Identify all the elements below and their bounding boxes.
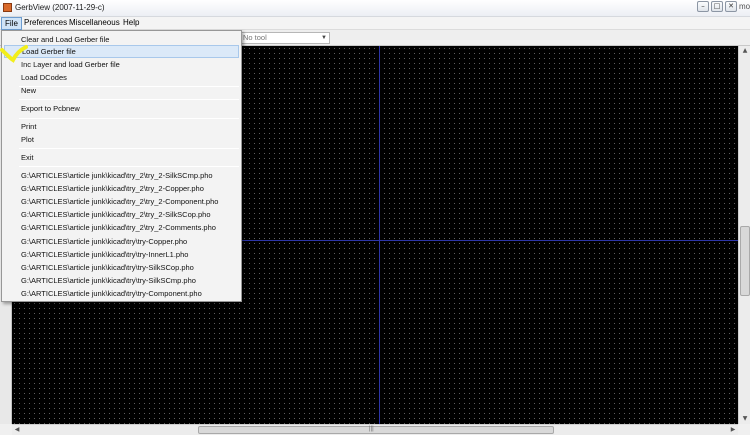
- title-bar: GerbView (2007-11-29-c) – □ ✕ mo: [0, 0, 750, 17]
- menu-separator: [19, 99, 239, 100]
- chevron-down-icon: ▼: [321, 35, 327, 41]
- grip-icon: |||: [369, 426, 374, 432]
- menu-item-plot[interactable]: Plot: [4, 133, 239, 146]
- recent-file-item[interactable]: G:\ARTICLES\article junk\kicad\try_2\try…: [4, 221, 239, 234]
- scroll-down-icon[interactable]: ▼: [740, 414, 750, 424]
- app-icon[interactable]: [3, 3, 12, 12]
- menu-item-load-gerber[interactable]: Load Gerber file: [4, 45, 239, 58]
- recent-file-item[interactable]: G:\ARTICLES\article junk\kicad\try_2\try…: [4, 195, 239, 208]
- tool-select-value: No tool: [243, 33, 267, 42]
- menu-bar: File Preferences Miscellaneous Help: [0, 17, 750, 30]
- recent-file-item[interactable]: G:\ARTICLES\article junk\kicad\try\try-I…: [4, 248, 239, 261]
- menu-item-inc-layer-load[interactable]: Inc Layer and load Gerber file: [4, 58, 239, 71]
- recent-file-item[interactable]: G:\ARTICLES\article junk\kicad\try\try-C…: [4, 235, 239, 248]
- minimize-button[interactable]: –: [697, 1, 709, 12]
- vertical-scroll-thumb[interactable]: [740, 226, 750, 296]
- menu-file[interactable]: File: [1, 17, 22, 30]
- menu-item-print[interactable]: Print: [4, 120, 239, 133]
- scroll-up-icon[interactable]: ▲: [740, 46, 750, 56]
- menu-item-exit[interactable]: Exit: [4, 151, 239, 164]
- close-button[interactable]: ✕: [725, 1, 737, 12]
- minimize-icon: –: [701, 2, 705, 10]
- menu-help[interactable]: Help: [120, 17, 142, 30]
- menu-item-load-dcodes[interactable]: Load DCodes: [4, 71, 239, 84]
- recent-file-item[interactable]: G:\ARTICLES\article junk\kicad\try_2\try…: [4, 182, 239, 195]
- recent-file-item[interactable]: G:\ARTICLES\article junk\kicad\try_2\try…: [4, 169, 239, 182]
- maximize-button[interactable]: □: [711, 1, 723, 12]
- menu-separator: [19, 118, 239, 119]
- file-dropdown-menu: Clear and Load Gerber file Load Gerber f…: [1, 30, 242, 302]
- maximize-icon: □: [713, 2, 721, 10]
- recent-file-item[interactable]: G:\ARTICLES\article junk\kicad\try\try-S…: [4, 274, 239, 287]
- menu-separator: [19, 148, 239, 149]
- background-window-edge-text: mo: [739, 2, 750, 11]
- tool-select[interactable]: No tool ▼: [238, 32, 330, 44]
- menu-item-export-pcbnew[interactable]: Export to Pcbnew: [4, 102, 239, 115]
- menu-miscellaneous[interactable]: Miscellaneous: [66, 17, 123, 30]
- crosshair-vertical: [379, 46, 380, 424]
- yellow-highlighter-mark-icon: [0, 45, 28, 63]
- menu-item-new[interactable]: New: [4, 84, 239, 97]
- window-title: GerbView (2007-11-29-c): [15, 3, 105, 12]
- horizontal-scrollbar[interactable]: ◀ ||| ▶: [12, 424, 738, 435]
- vertical-scrollbar[interactable]: ▲ ▼: [738, 46, 750, 424]
- recent-file-item[interactable]: G:\ARTICLES\article junk\kicad\try\try-S…: [4, 261, 239, 274]
- menu-separator: [19, 166, 239, 167]
- recent-file-item[interactable]: G:\ARTICLES\article junk\kicad\try_2\try…: [4, 208, 239, 221]
- close-icon: ✕: [728, 2, 734, 10]
- scroll-left-icon[interactable]: ◀: [12, 425, 22, 435]
- horizontal-scroll-thumb[interactable]: |||: [198, 426, 554, 434]
- scroll-right-icon[interactable]: ▶: [728, 425, 738, 435]
- menu-preferences[interactable]: Preferences: [21, 17, 70, 30]
- recent-file-item[interactable]: G:\ARTICLES\article junk\kicad\try\try-C…: [4, 287, 239, 300]
